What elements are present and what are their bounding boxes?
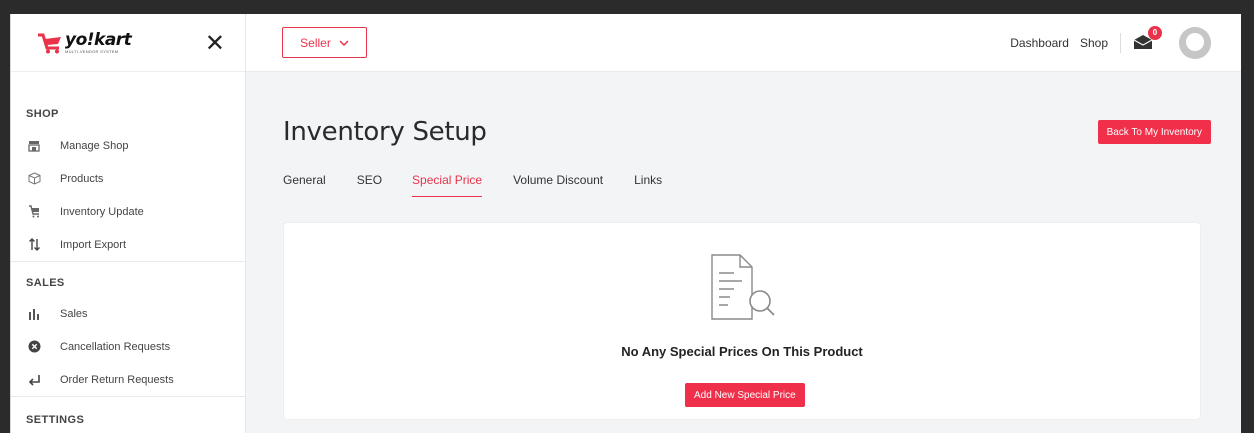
tab-volume-discount[interactable]: Volume Discount: [513, 173, 603, 197]
empty-state-card: No Any Special Prices On This Product Ad…: [283, 222, 1201, 420]
user-avatar[interactable]: [1179, 26, 1211, 59]
bar-chart-icon: [27, 307, 41, 321]
notification-count-badge: 0: [1148, 25, 1162, 40]
sidebar-item-label: Sales: [60, 307, 88, 320]
document-search-icon: [711, 254, 775, 320]
page-title: Inventory Setup: [283, 117, 487, 147]
empty-state-message: No Any Special Prices On This Product: [621, 344, 863, 359]
messages-button[interactable]: 0: [1133, 25, 1162, 52]
sidebar-divider: [11, 261, 245, 262]
sidebar-divider: [11, 396, 245, 397]
sidebar-item-products[interactable]: Products: [11, 162, 245, 195]
sidebar-item-cancellation-requests[interactable]: Cancellation Requests: [11, 330, 245, 363]
role-selector-label: Seller: [300, 35, 331, 50]
sidebar-item-label: Inventory Update: [60, 205, 144, 218]
close-sidebar-icon[interactable]: ✕: [205, 31, 225, 55]
shop-icon: [27, 139, 41, 153]
dashboard-link[interactable]: Dashboard: [1010, 36, 1069, 50]
section-title-sales: SALES: [26, 277, 65, 289]
return-arrow-icon: [27, 373, 41, 387]
cart-icon: [27, 205, 41, 219]
tab-general[interactable]: General: [283, 173, 326, 197]
sidebar-item-import-export[interactable]: Import Export: [11, 228, 245, 261]
box-icon: [27, 172, 41, 186]
sidebar-item-inventory-update[interactable]: Inventory Update: [11, 195, 245, 228]
brand-name: yo!kart: [65, 29, 132, 50]
sidebar-item-label: Import Export: [60, 238, 127, 251]
main-content: Inventory Setup Back To My Inventory Gen…: [246, 72, 1241, 433]
sidebar-item-order-return-requests[interactable]: Order Return Requests: [11, 363, 245, 396]
header-separator: [1120, 32, 1121, 53]
sidebar-item-sales[interactable]: Sales: [11, 297, 245, 330]
role-selector-dropdown[interactable]: Seller: [282, 27, 367, 58]
cart-logo-icon: [38, 33, 61, 53]
sidebar-item-label: Cancellation Requests: [60, 340, 171, 353]
arrows-updown-icon: [27, 238, 41, 252]
section-title-settings: SETTINGS: [26, 414, 85, 426]
inventory-tabs: General SEO Special Price Volume Discoun…: [283, 173, 693, 197]
sidebar-item-label: Products: [60, 172, 104, 185]
brand-tagline: MULTI-VENDOR SYSTEM: [65, 48, 119, 54]
shop-link[interactable]: Shop: [1080, 36, 1108, 50]
tab-links[interactable]: Links: [634, 173, 662, 197]
tab-seo[interactable]: SEO: [357, 173, 382, 197]
app-window: yo!kart MULTI-VENDOR SYSTEM ✕ SHOP Manag…: [10, 14, 1241, 433]
chevron-down-icon: [339, 39, 349, 46]
brand-logo[interactable]: yo!kart MULTI-VENDOR SYSTEM: [37, 29, 132, 54]
cancel-circle-icon: [27, 340, 41, 354]
sidebar-item-manage-shop[interactable]: Manage Shop: [11, 129, 245, 162]
sidebar-item-label: Order Return Requests: [60, 373, 174, 386]
sidebar: yo!kart MULTI-VENDOR SYSTEM ✕ SHOP Manag…: [11, 14, 246, 433]
sidebar-header: yo!kart MULTI-VENDOR SYSTEM ✕: [11, 14, 245, 72]
sidebar-item-label: Manage Shop: [60, 139, 129, 152]
tab-special-price[interactable]: Special Price: [412, 173, 483, 197]
header-actions: Dashboard Shop 0: [1010, 25, 1211, 59]
add-special-price-button[interactable]: Add New Special Price: [685, 383, 805, 407]
back-to-inventory-button[interactable]: Back To My Inventory: [1097, 120, 1211, 144]
section-title-shop: SHOP: [26, 108, 59, 120]
top-header: Seller Dashboard Shop 0: [246, 14, 1241, 72]
